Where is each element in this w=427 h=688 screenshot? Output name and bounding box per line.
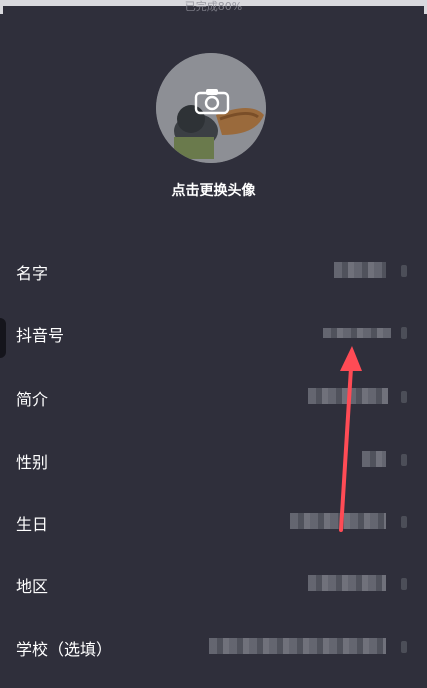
- row-chevron-icon: [401, 578, 407, 590]
- row-label-bio: 简介: [16, 390, 49, 409]
- row-label-name: 名字: [16, 264, 49, 283]
- profile-row-name[interactable]: 名字: [3, 250, 424, 290]
- row-chevron-icon: [401, 516, 407, 528]
- profile-row-bio[interactable]: 简介: [3, 376, 424, 416]
- row-chevron-icon: [401, 327, 407, 339]
- profile-row-douyin-id[interactable]: 抖音号: [3, 312, 424, 352]
- row-label-birthday: 生日: [16, 515, 49, 534]
- row-value-bio-blurred: [308, 388, 388, 404]
- profile-row-birthday[interactable]: 生日: [3, 501, 424, 541]
- row-chevron-icon: [401, 454, 407, 466]
- row-value-region-blurred: [308, 575, 386, 591]
- row-value-school-blurred: [209, 638, 386, 654]
- edit-profile-page: 已完成80% 点击更换头像 名字 抖音号 简介 性别 生日 地区 学校（选填）: [0, 0, 424, 688]
- row-label-douyin-id: 抖音号: [16, 326, 65, 345]
- profile-row-gender[interactable]: 性别: [3, 439, 424, 479]
- row-value-douyin-id-blurred: [323, 328, 391, 338]
- row-label-gender: 性别: [16, 453, 49, 472]
- profile-row-school[interactable]: 学校（选填）: [3, 626, 424, 666]
- status-text: 已完成80%: [184, 0, 243, 13]
- row-value-gender-blurred: [362, 451, 386, 467]
- profile-row-region[interactable]: 地区: [3, 563, 424, 603]
- camera-icon: [194, 89, 230, 115]
- edge-handle[interactable]: [0, 318, 6, 358]
- change-avatar-label[interactable]: 点击更换头像: [3, 180, 424, 200]
- row-chevron-icon: [401, 641, 407, 653]
- avatar[interactable]: [156, 53, 266, 163]
- row-chevron-icon: [401, 391, 407, 403]
- row-chevron-icon: [401, 265, 407, 277]
- row-value-birthday-blurred: [290, 513, 386, 529]
- row-value-name-blurred: [334, 262, 386, 278]
- row-label-school: 学校（选填）: [16, 640, 113, 659]
- row-label-region: 地区: [16, 577, 49, 596]
